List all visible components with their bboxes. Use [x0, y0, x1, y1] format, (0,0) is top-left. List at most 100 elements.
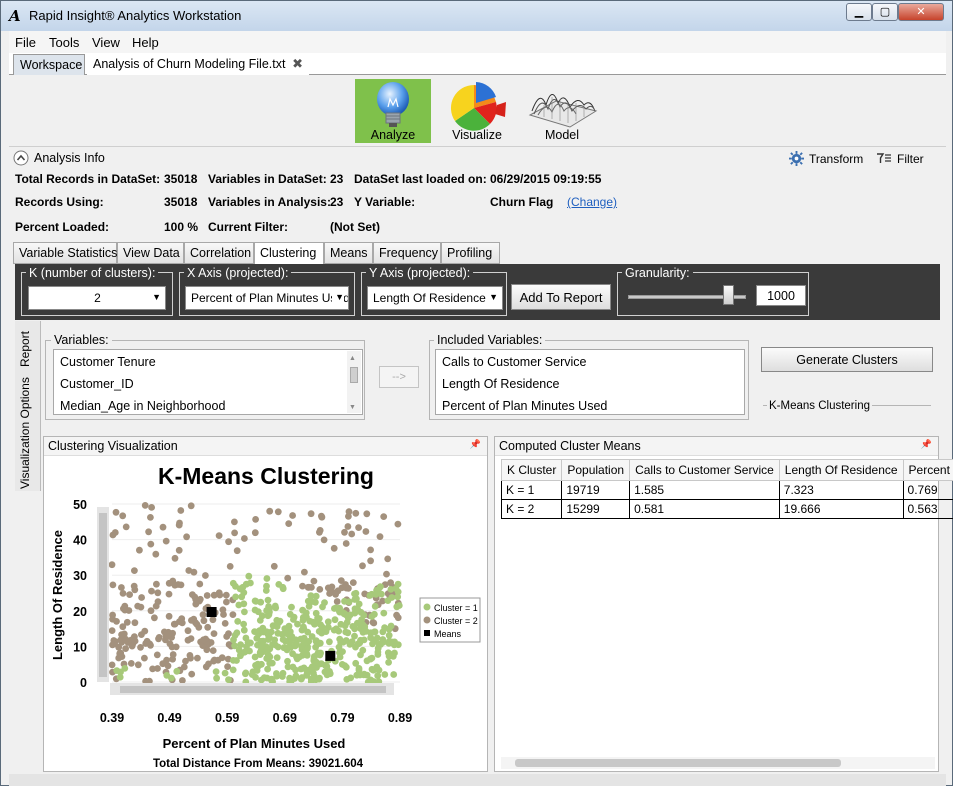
granularity-slider-handle[interactable] [723, 285, 735, 305]
close-tab-icon[interactable]: ✖ [292, 56, 303, 72]
transform-button[interactable]: Transform [809, 152, 863, 166]
menu-file[interactable]: File [15, 35, 36, 50]
column-header[interactable]: Length Of Residence [778, 459, 904, 481]
scroll-up-icon[interactable]: ▲ [349, 355, 356, 362]
included-variables-list[interactable]: Calls to Customer Service Length Of Resi… [435, 349, 745, 415]
tab-workspace[interactable]: Workspace [13, 54, 85, 75]
scatter-point-cluster-1 [293, 655, 301, 663]
list-item[interactable]: Customer Tenure [60, 355, 156, 369]
y-axis-label: Y Axis (projected): [366, 266, 474, 280]
scatter-point-cluster-2 [332, 591, 339, 598]
k-select[interactable]: 2 ▼ [28, 286, 166, 310]
current-filter-label: Current Filter: [208, 220, 289, 234]
list-item[interactable]: Median_Age in Neighborhood [60, 399, 225, 413]
x-tick-label: 0.69 [273, 711, 297, 725]
menu-tools[interactable]: Tools [49, 35, 79, 50]
scatter-point-cluster-2 [352, 509, 360, 517]
list-item[interactable]: Calls to Customer Service [442, 355, 587, 369]
scatter-point-cluster-1 [349, 623, 357, 630]
scatter-point-cluster-1 [265, 654, 273, 661]
add-to-report-button[interactable]: Add To Report [511, 284, 611, 310]
analyze-button[interactable]: Analyze [355, 79, 431, 143]
change-y-variable-link[interactable]: (Change) [567, 195, 617, 209]
scatter-point-cluster-1 [240, 620, 248, 628]
tab-clustering[interactable]: Clustering [254, 242, 324, 265]
tab-analysis-file-label: Analysis of Churn Modeling File.txt [93, 57, 286, 71]
table-row[interactable]: K = 2 15299 0.581 19.666 0.563 [500, 499, 953, 519]
variables-scroll-thumb[interactable] [350, 367, 358, 383]
scatter-point-cluster-1 [308, 663, 316, 671]
app-logo-icon: A [9, 7, 21, 25]
kmeans-group: K-Means Clustering [763, 399, 933, 413]
column-header[interactable]: Population [561, 459, 631, 481]
scatter-point-cluster-1 [245, 572, 253, 580]
tab-visualization-options[interactable]: Visualization Options [18, 377, 32, 489]
minimize-button[interactable]: ▁ [846, 3, 872, 21]
maximize-button[interactable]: ▢ [872, 3, 898, 21]
variables-list[interactable]: Customer Tenure Customer_ID Median_Age i… [53, 349, 363, 415]
move-variable-button[interactable]: --> [379, 366, 419, 388]
tab-profiling[interactable]: Profiling [441, 242, 500, 264]
y-axis-select[interactable]: Length Of Residence ▼ [367, 286, 503, 310]
scatter-point-cluster-1 [312, 592, 320, 600]
visualize-button[interactable]: Visualize [439, 79, 515, 143]
means-horizontal-scrollbar[interactable] [501, 757, 935, 769]
scatter-point-cluster-1 [273, 654, 281, 661]
pin-icon[interactable]: 📌 [470, 439, 481, 450]
column-header[interactable]: Calls to Customer Service [629, 459, 780, 481]
list-item[interactable]: Length Of Residence [442, 377, 559, 391]
last-loaded-label: DataSet last loaded on: [354, 172, 487, 186]
column-header[interactable]: Percent [902, 459, 953, 481]
table-header-row: K Cluster Population Calls to Customer S… [500, 459, 953, 481]
total-records-label: Total Records in DataSet: [15, 172, 161, 186]
pin-icon[interactable]: 📌 [921, 439, 932, 450]
scatter-point-cluster-1 [229, 579, 237, 587]
scatter-point-cluster-2 [299, 582, 306, 590]
filter-button[interactable]: Filter [897, 152, 924, 166]
means-scroll-thumb[interactable] [515, 759, 841, 767]
list-item[interactable]: Percent of Plan Minutes Used [442, 399, 607, 413]
clustering-control-bar: K (number of clusters): 2 ▼ X Axis (proj… [15, 264, 940, 320]
scatter-point-cluster-2 [383, 570, 390, 578]
scatter-point-cluster-2 [141, 502, 149, 509]
scatter-point-cluster-2 [141, 654, 148, 662]
generate-clusters-button[interactable]: Generate Clusters [761, 347, 933, 372]
scatter-point-cluster-2 [122, 523, 130, 531]
variables-scrollbar[interactable]: ▲ ▼ [347, 351, 361, 413]
menu-help[interactable]: Help [132, 35, 159, 50]
tab-correlation[interactable]: Correlation [184, 242, 254, 264]
tab-view-data[interactable]: View Data [117, 242, 184, 264]
scatter-point-cluster-2 [153, 651, 161, 659]
tab-frequency[interactable]: Frequency [373, 242, 441, 264]
y-variable-value: Churn Flag [490, 195, 554, 209]
scatter-point-cluster-2 [113, 618, 120, 625]
y-axis-group: Y Axis (projected): Length Of Residence … [361, 266, 507, 316]
scatter-point-cluster-2 [153, 580, 160, 588]
close-window-button[interactable]: ✕ [898, 3, 944, 21]
scatter-point-cluster-2 [177, 507, 185, 514]
scatter-point-cluster-1 [273, 623, 281, 630]
scatter-point-cluster-2 [137, 644, 144, 651]
y-zoom-thumb[interactable] [99, 513, 107, 677]
tab-means[interactable]: Means [324, 242, 373, 264]
scatter-point-cluster-1 [360, 611, 368, 619]
column-header[interactable]: K Cluster [500, 459, 563, 481]
menu-view[interactable]: View [92, 35, 120, 50]
scroll-down-icon[interactable]: ▼ [349, 404, 356, 411]
scatter-point-cluster-2 [169, 629, 176, 637]
scatter-point-cluster-1 [258, 612, 266, 620]
table-row[interactable]: K = 1 19719 1.585 7.323 0.769 [500, 480, 953, 500]
tab-report[interactable]: Report [18, 331, 32, 367]
list-item[interactable]: Customer_ID [60, 377, 134, 391]
model-button[interactable]: Model [524, 79, 600, 143]
collapse-chevron-icon[interactable] [13, 150, 29, 166]
tab-analysis-file[interactable]: Analysis of Churn Modeling File.txt ✖ [87, 54, 309, 75]
x-axis-ticks: 0.39 0.49 0.59 0.69 0.79 0.89 [100, 711, 412, 725]
scatter-point-cluster-1 [352, 659, 360, 667]
analysis-sub-tabs: Variable Statistics View Data Correlatio… [13, 242, 943, 265]
x-zoom-thumb[interactable] [120, 686, 386, 693]
granularity-input[interactable]: 1000 [756, 285, 806, 306]
x-axis-select[interactable]: Percent of Plan Minutes Used ▼ [185, 286, 349, 310]
tab-variable-statistics[interactable]: Variable Statistics [13, 242, 117, 264]
scatter-point-cluster-2 [147, 641, 154, 649]
